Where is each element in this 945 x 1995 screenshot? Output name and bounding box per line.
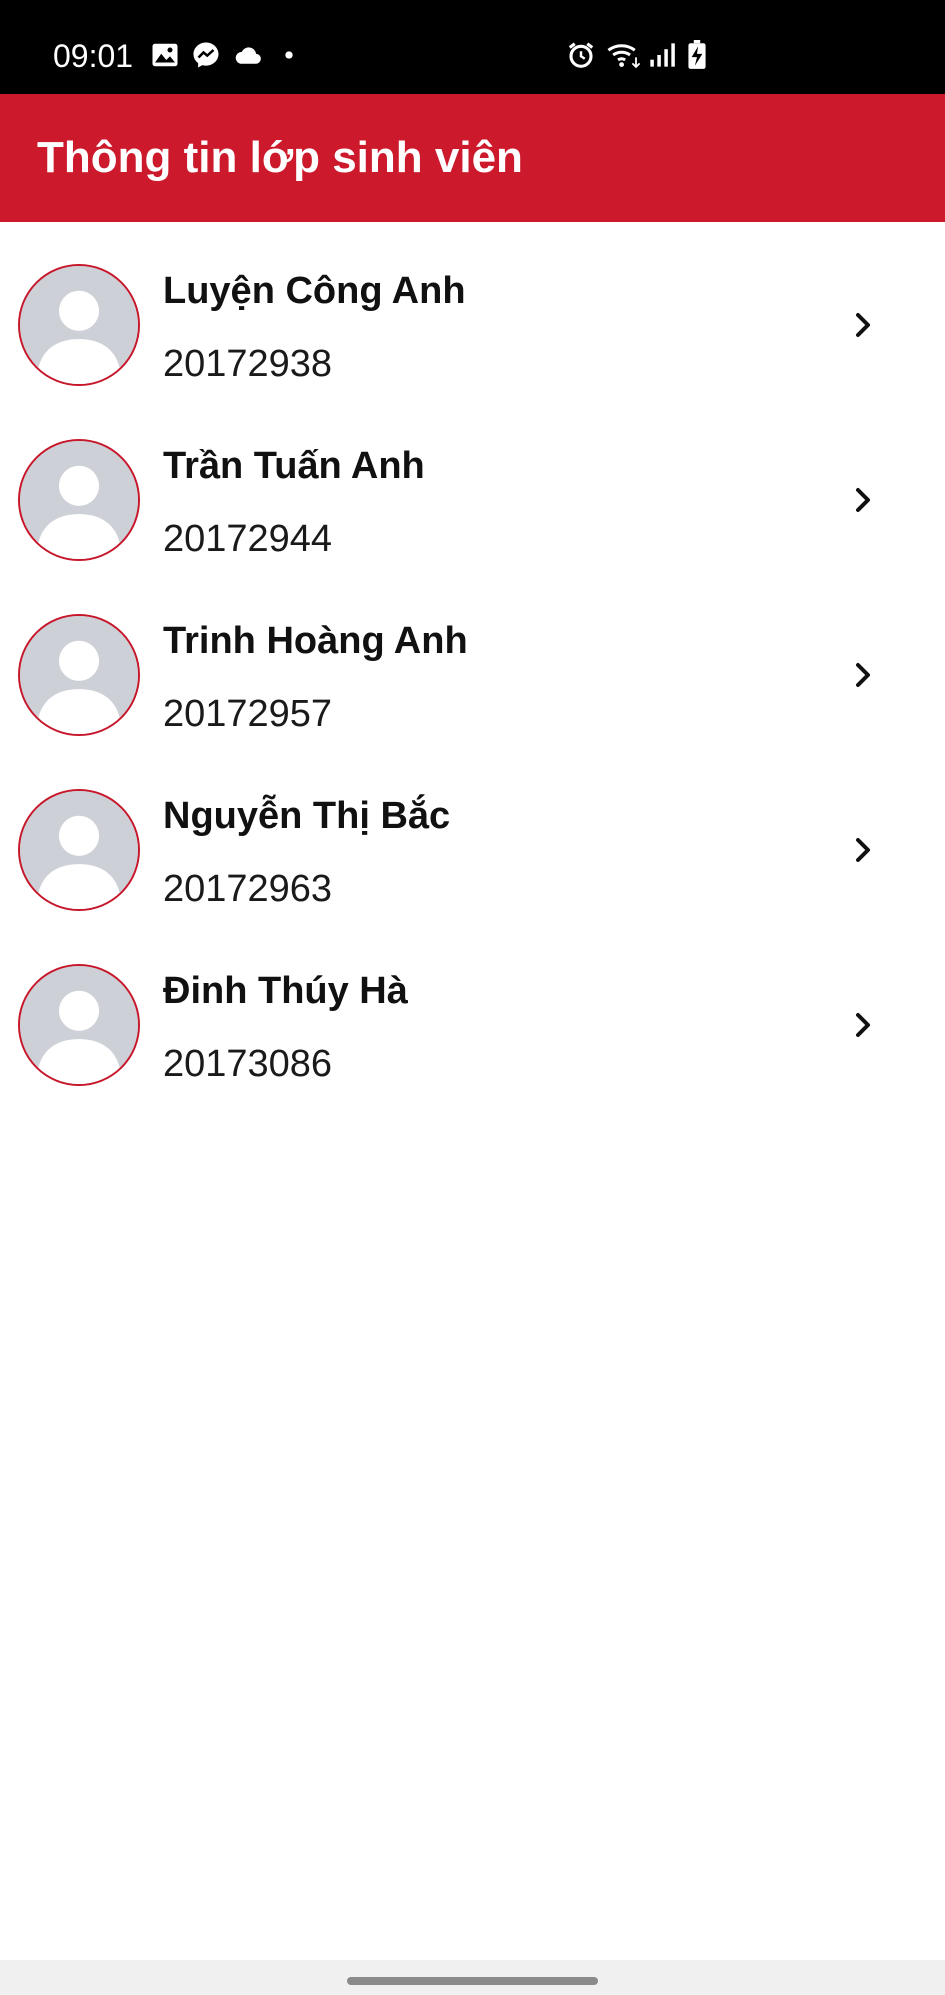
home-gesture-handle[interactable] xyxy=(347,1977,598,1985)
student-id: 20173086 xyxy=(163,1043,333,1085)
student-id: 20172963 xyxy=(163,868,333,910)
messenger-icon xyxy=(191,40,221,70)
student-id: 20172938 xyxy=(163,343,333,385)
page-title: Thông tin lớp sinh viên xyxy=(37,133,523,182)
avatar xyxy=(18,439,140,561)
student-list-item[interactable]: Trinh Hoàng Anh 20172957 xyxy=(0,572,945,747)
chevron-right-icon xyxy=(848,660,878,690)
chevron-right-icon xyxy=(848,1010,878,1040)
status-bar: 09:01 xyxy=(0,0,945,94)
student-id: 20172944 xyxy=(163,518,333,560)
signal-icon xyxy=(648,40,676,70)
dot-icon xyxy=(278,40,300,70)
battery-charging-icon xyxy=(684,40,710,70)
avatar xyxy=(18,789,140,911)
student-list: Luyện Công Anh 20172938 Trần Tuấn Anh 20… xyxy=(0,222,945,1097)
gallery-icon xyxy=(150,40,180,70)
avatar xyxy=(18,264,140,386)
alarm-icon xyxy=(566,40,596,70)
navigation-bar xyxy=(0,1960,945,1995)
student-name: Luyện Công Anh xyxy=(163,270,466,312)
cloud-icon xyxy=(233,40,263,70)
student-list-item[interactable]: Đinh Thúy Hà 20173086 xyxy=(0,922,945,1097)
wifi-icon xyxy=(606,40,642,70)
app-bar: Thông tin lớp sinh viên xyxy=(0,94,945,222)
student-id: 20172957 xyxy=(163,693,333,735)
avatar xyxy=(18,614,140,736)
student-name: Đinh Thúy Hà xyxy=(163,970,408,1012)
student-name: Trần Tuấn Anh xyxy=(163,445,425,487)
chevron-right-icon xyxy=(848,835,878,865)
student-name: Trinh Hoàng Anh xyxy=(163,620,468,662)
chevron-right-icon xyxy=(848,310,878,340)
student-list-item[interactable]: Luyện Công Anh 20172938 xyxy=(0,222,945,397)
student-list-item[interactable]: Nguyễn Thị Bắc 20172963 xyxy=(0,747,945,922)
chevron-right-icon xyxy=(848,485,878,515)
student-name: Nguyễn Thị Bắc xyxy=(163,795,451,837)
avatar xyxy=(18,964,140,1086)
status-time: 09:01 xyxy=(53,38,134,74)
student-list-item[interactable]: Trần Tuấn Anh 20172944 xyxy=(0,397,945,572)
